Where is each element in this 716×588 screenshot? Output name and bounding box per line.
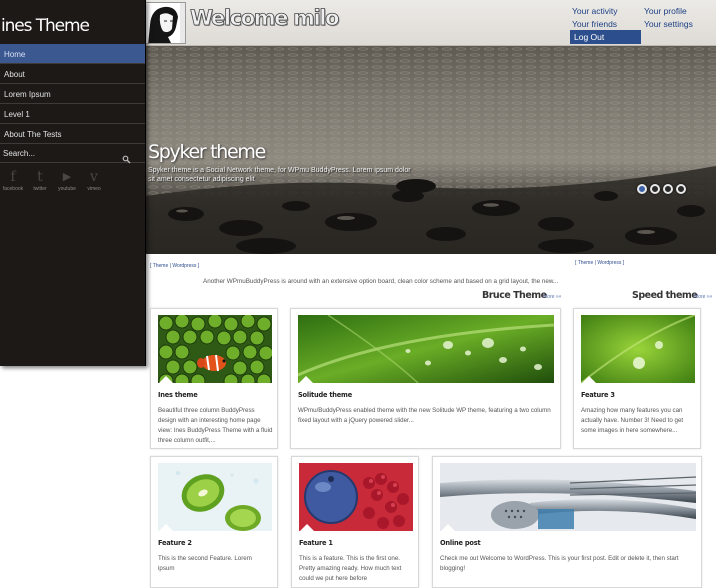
youtube-link[interactable]: ▶ youtube	[53, 169, 81, 192]
youtube-icon: ▶	[62, 170, 72, 183]
logout-button[interactable]: Log Out	[570, 30, 641, 44]
facebook-link[interactable]: f facebook	[0, 169, 27, 192]
card-excerpt: Beautiful three column BuddyPress design…	[158, 407, 273, 444]
page: Welcome milo Your activity Your profile …	[0, 0, 716, 588]
post-card-solitude-theme[interactable]: Solitude theme WPmu/BuddyPress enabled t…	[290, 308, 561, 449]
search-icon[interactable]	[122, 149, 131, 164]
nav-item-lorem-ipsum[interactable]: Lorem Ipsum	[0, 84, 145, 104]
your-friends-link[interactable]: Your friends	[572, 19, 617, 29]
vimeo-icon: v	[90, 169, 98, 185]
card-excerpt: WPmu/BuddyPress enabled theme with the n…	[298, 407, 551, 424]
twitter-label: twitter	[33, 186, 47, 192]
post-card-feature-2[interactable]: Feature 2 This is the second Feature. Lo…	[150, 456, 278, 588]
nav-item-level-1[interactable]: Level 1	[0, 104, 145, 124]
slider-dot-1[interactable]	[637, 184, 647, 194]
vimeo-link[interactable]: v vimeo	[80, 169, 108, 192]
card-excerpt: Amazing how many features you can actual…	[581, 407, 684, 434]
slider-dot-3[interactable]	[663, 184, 673, 194]
your-activity-link[interactable]: Your activity	[572, 6, 618, 16]
post-card-online-post[interactable]: Online post Check me out Welcome to Word…	[432, 456, 702, 588]
search-input[interactable]: Search...	[3, 149, 35, 158]
more-link-bruce[interactable]: More »»	[543, 294, 561, 300]
nav-item-about-the-tests[interactable]: About The Tests	[0, 124, 145, 144]
facebook-icon: f	[10, 169, 16, 185]
card-title[interactable]: Ines theme	[158, 391, 198, 399]
facebook-label: facebook	[2, 186, 24, 192]
youtube-label: youtube	[58, 186, 76, 192]
post-card-feature-3[interactable]: Feature 3 Amazing how many features you …	[573, 308, 701, 449]
card-image[interactable]	[158, 463, 272, 531]
card-title[interactable]: Solitude theme	[298, 391, 352, 399]
more-link-speed[interactable]: More »»	[694, 294, 712, 300]
slider-dot-2[interactable]	[650, 184, 660, 194]
avatar[interactable]	[145, 2, 186, 44]
card-image[interactable]	[158, 315, 272, 383]
slider-description: Spyker theme is a Social Network theme, …	[148, 167, 411, 183]
welcome-heading: Welcome milo	[190, 6, 340, 31]
post-card-feature-1[interactable]: Feature 1 This is a feature. This is the…	[291, 456, 419, 588]
post-tags-right[interactable]: [ Theme | Wordpress ]	[575, 260, 624, 266]
card-image[interactable]	[298, 315, 554, 383]
card-title[interactable]: Feature 2	[158, 539, 192, 547]
card-excerpt: This is the second Feature. Lorem ipsum	[158, 555, 252, 572]
post-card-ines-theme[interactable]: Ines theme Beautiful three column BuddyP…	[150, 308, 278, 449]
section-heading-speed-theme[interactable]: Speed theme	[632, 290, 698, 301]
search-box[interactable]: Search...	[0, 144, 145, 164]
card-title[interactable]: Online post	[440, 539, 481, 547]
section-heading-bruce-theme[interactable]: Bruce Theme	[482, 290, 547, 301]
intro-text: Another WPmuBuddyPress is around with an…	[203, 278, 559, 285]
card-image[interactable]	[581, 315, 695, 383]
card-title[interactable]: Feature 3	[581, 391, 615, 399]
slider-title[interactable]: Spyker theme	[148, 141, 266, 163]
twitter-link[interactable]: t twitter	[26, 169, 54, 192]
card-image[interactable]	[440, 463, 696, 531]
vimeo-label: vimeo	[87, 186, 101, 192]
your-profile-link[interactable]: Your profile	[644, 6, 687, 16]
nav-item-home[interactable]: Home	[0, 44, 145, 64]
sidebar: ines Theme Home About Lorem Ipsum Level …	[0, 0, 146, 366]
card-excerpt: Check me out Welcome to WordPress. This …	[440, 555, 679, 572]
your-settings-link[interactable]: Your settings	[644, 19, 693, 29]
post-tags-left[interactable]: [ Theme | Wordpress ]	[150, 263, 199, 269]
card-excerpt: This is a feature. This is the first one…	[299, 555, 402, 582]
card-title[interactable]: Feature 1	[299, 539, 333, 547]
site-title[interactable]: ines Theme	[1, 16, 90, 36]
slider-dot-4[interactable]	[676, 184, 686, 194]
nav-item-about[interactable]: About	[0, 64, 145, 84]
card-image[interactable]	[299, 463, 413, 531]
twitter-icon: t	[37, 169, 43, 185]
